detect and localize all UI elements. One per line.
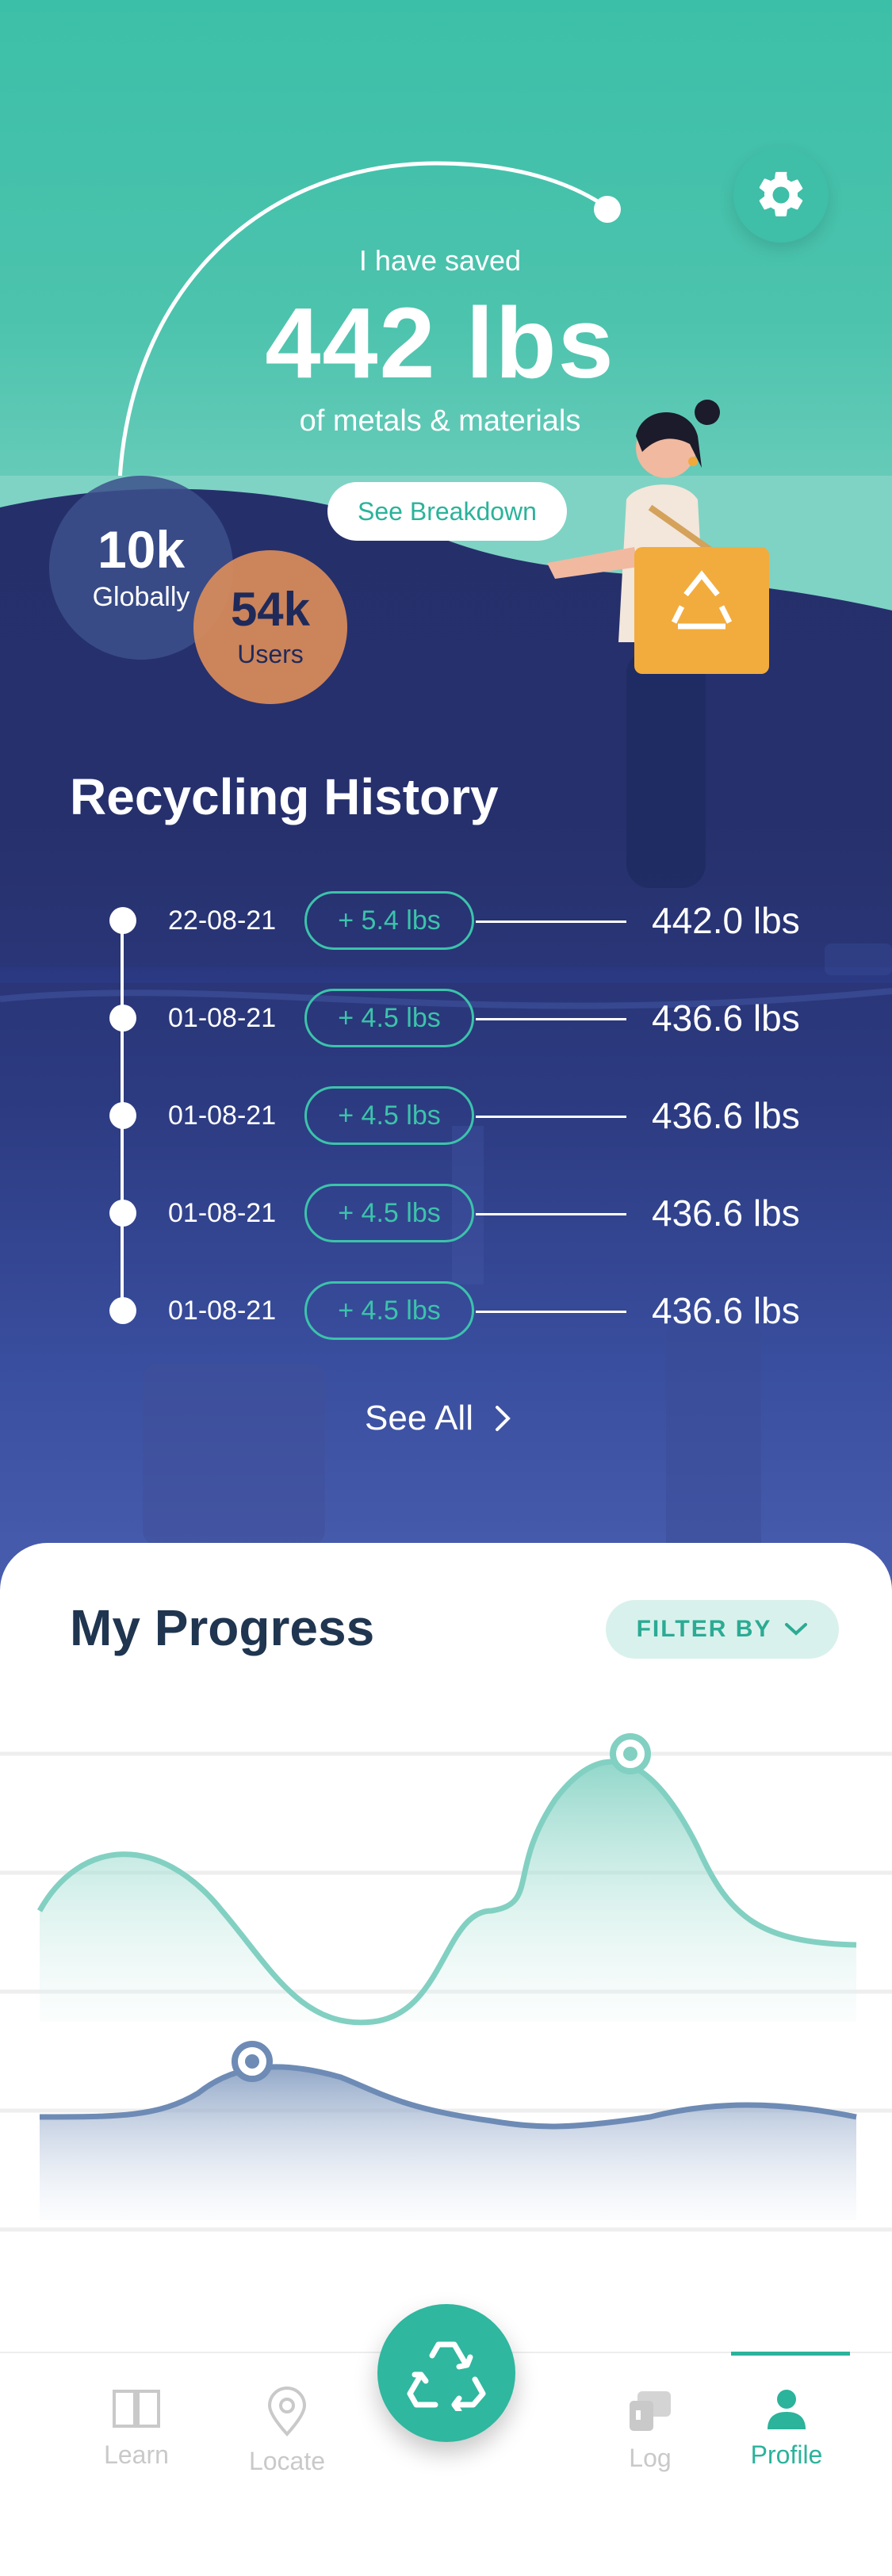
timeline-dot bbox=[109, 1102, 136, 1129]
settings-button[interactable] bbox=[733, 147, 829, 243]
woman-with-recycle-bag-illustration bbox=[547, 400, 769, 888]
history-connector bbox=[476, 1213, 626, 1215]
history-date: 01-08-21 bbox=[168, 1198, 277, 1228]
chevron-down-icon bbox=[785, 1623, 808, 1636]
history-total: 442.0 lbs bbox=[652, 900, 800, 941]
progress-chart bbox=[0, 1733, 892, 2232]
history-total: 436.6 lbs bbox=[652, 1290, 800, 1331]
history-title: Recycling History bbox=[70, 768, 499, 825]
progress-title: My Progress bbox=[70, 1599, 375, 1656]
history-row[interactable]: 01-08-21 + 4.5 lbs 436.6 lbs bbox=[0, 1281, 892, 1342]
timeline-dot bbox=[109, 1297, 136, 1324]
history-row[interactable]: 01-08-21 + 4.5 lbs 436.6 lbs bbox=[0, 1184, 892, 1244]
global-stat-label: Globally bbox=[92, 581, 190, 612]
timeline-dot bbox=[109, 907, 136, 934]
users-stat-value: 54k bbox=[230, 582, 311, 636]
active-tab-indicator bbox=[731, 2352, 850, 2356]
person-icon bbox=[768, 2390, 806, 2429]
history-date: 01-08-21 bbox=[168, 1003, 277, 1033]
history-delta-pill: + 4.5 lbs bbox=[304, 1086, 474, 1145]
users-stat-bubble: 54k Users bbox=[193, 550, 347, 704]
history-row[interactable]: 01-08-21 + 4.5 lbs 436.6 lbs bbox=[0, 1086, 892, 1146]
tab-profile[interactable]: Profile bbox=[723, 2387, 850, 2482]
history-date: 01-08-21 bbox=[168, 1100, 277, 1131]
book-icon bbox=[113, 2390, 160, 2428]
see-all-button[interactable]: See All bbox=[365, 1399, 511, 1438]
global-stat-value: 10k bbox=[97, 519, 186, 579]
tab-locate[interactable]: Locate bbox=[224, 2387, 350, 2482]
tab-label: Learn bbox=[104, 2440, 169, 2469]
timeline-dot bbox=[109, 1005, 136, 1032]
timeline-dot bbox=[109, 1200, 136, 1227]
history-delta-pill: + 4.5 lbs bbox=[304, 989, 474, 1047]
history-connector bbox=[476, 921, 626, 923]
history-total: 436.6 lbs bbox=[652, 1192, 800, 1234]
history-date: 22-08-21 bbox=[168, 905, 277, 936]
tab-label: Profile bbox=[750, 2440, 823, 2469]
history-date: 01-08-21 bbox=[168, 1296, 277, 1326]
history-total: 436.6 lbs bbox=[652, 1095, 800, 1136]
history-total: 436.6 lbs bbox=[652, 997, 800, 1039]
log-icon bbox=[630, 2391, 671, 2431]
chevron-right-icon bbox=[495, 1406, 511, 1431]
blue-series-area bbox=[40, 2066, 856, 2220]
history-connector bbox=[476, 1116, 626, 1118]
tab-label: Log bbox=[629, 2444, 672, 2472]
tab-log[interactable]: Log bbox=[587, 2387, 714, 2482]
gear-icon bbox=[759, 171, 803, 216]
history-delta-pill: + 4.5 lbs bbox=[304, 1184, 474, 1242]
tab-learn[interactable]: Learn bbox=[73, 2387, 200, 2482]
saved-amount: 442 lbs bbox=[265, 287, 615, 399]
history-row[interactable]: 22-08-21 + 5.4 lbs 442.0 lbs bbox=[0, 891, 892, 951]
history-delta-pill: + 5.4 lbs bbox=[304, 891, 474, 950]
history-delta-pill: + 4.5 lbs bbox=[304, 1281, 474, 1340]
history-row[interactable]: 01-08-21 + 4.5 lbs 436.6 lbs bbox=[0, 989, 892, 1049]
see-all-label: See All bbox=[365, 1399, 473, 1437]
recycle-icon bbox=[407, 2341, 486, 2411]
arc-end-dot bbox=[594, 196, 621, 223]
history-connector bbox=[476, 1311, 626, 1313]
filter-by-label: FILTER BY bbox=[636, 1616, 772, 1642]
saved-label: I have saved bbox=[358, 244, 522, 277]
see-breakdown-button[interactable]: See Breakdown bbox=[327, 482, 567, 541]
location-pin-icon bbox=[267, 2387, 307, 2436]
teal-series-area bbox=[40, 1762, 856, 2023]
center-log-recycling-button[interactable] bbox=[377, 2304, 515, 2442]
users-stat-label: Users bbox=[237, 639, 304, 668]
tab-label: Locate bbox=[248, 2447, 326, 2475]
history-connector bbox=[476, 1018, 626, 1020]
filter-by-button[interactable]: FILTER BY bbox=[606, 1600, 839, 1659]
